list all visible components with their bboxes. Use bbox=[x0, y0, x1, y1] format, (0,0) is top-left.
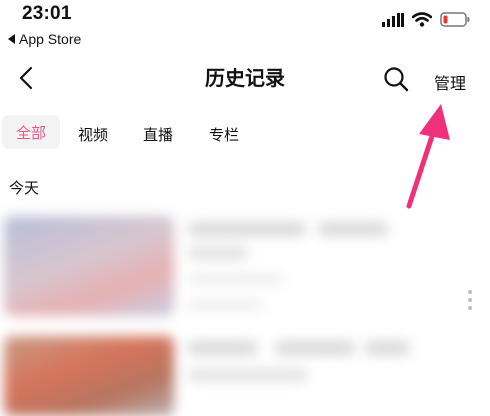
history-thumbnail[interactable] bbox=[4, 336, 174, 416]
history-title-line bbox=[188, 368, 308, 382]
history-title-line bbox=[318, 222, 388, 236]
history-title-line bbox=[188, 246, 248, 260]
history-meta-line bbox=[188, 274, 283, 284]
history-title-line bbox=[188, 222, 306, 236]
history-title-line bbox=[275, 341, 355, 355]
history-title-line bbox=[365, 341, 410, 355]
annotation-arrow-icon bbox=[406, 104, 450, 209]
history-meta-line bbox=[188, 300, 263, 310]
history-title-line bbox=[188, 341, 258, 355]
history-thumbnail[interactable] bbox=[4, 216, 174, 316]
more-vertical-icon[interactable] bbox=[466, 288, 474, 312]
